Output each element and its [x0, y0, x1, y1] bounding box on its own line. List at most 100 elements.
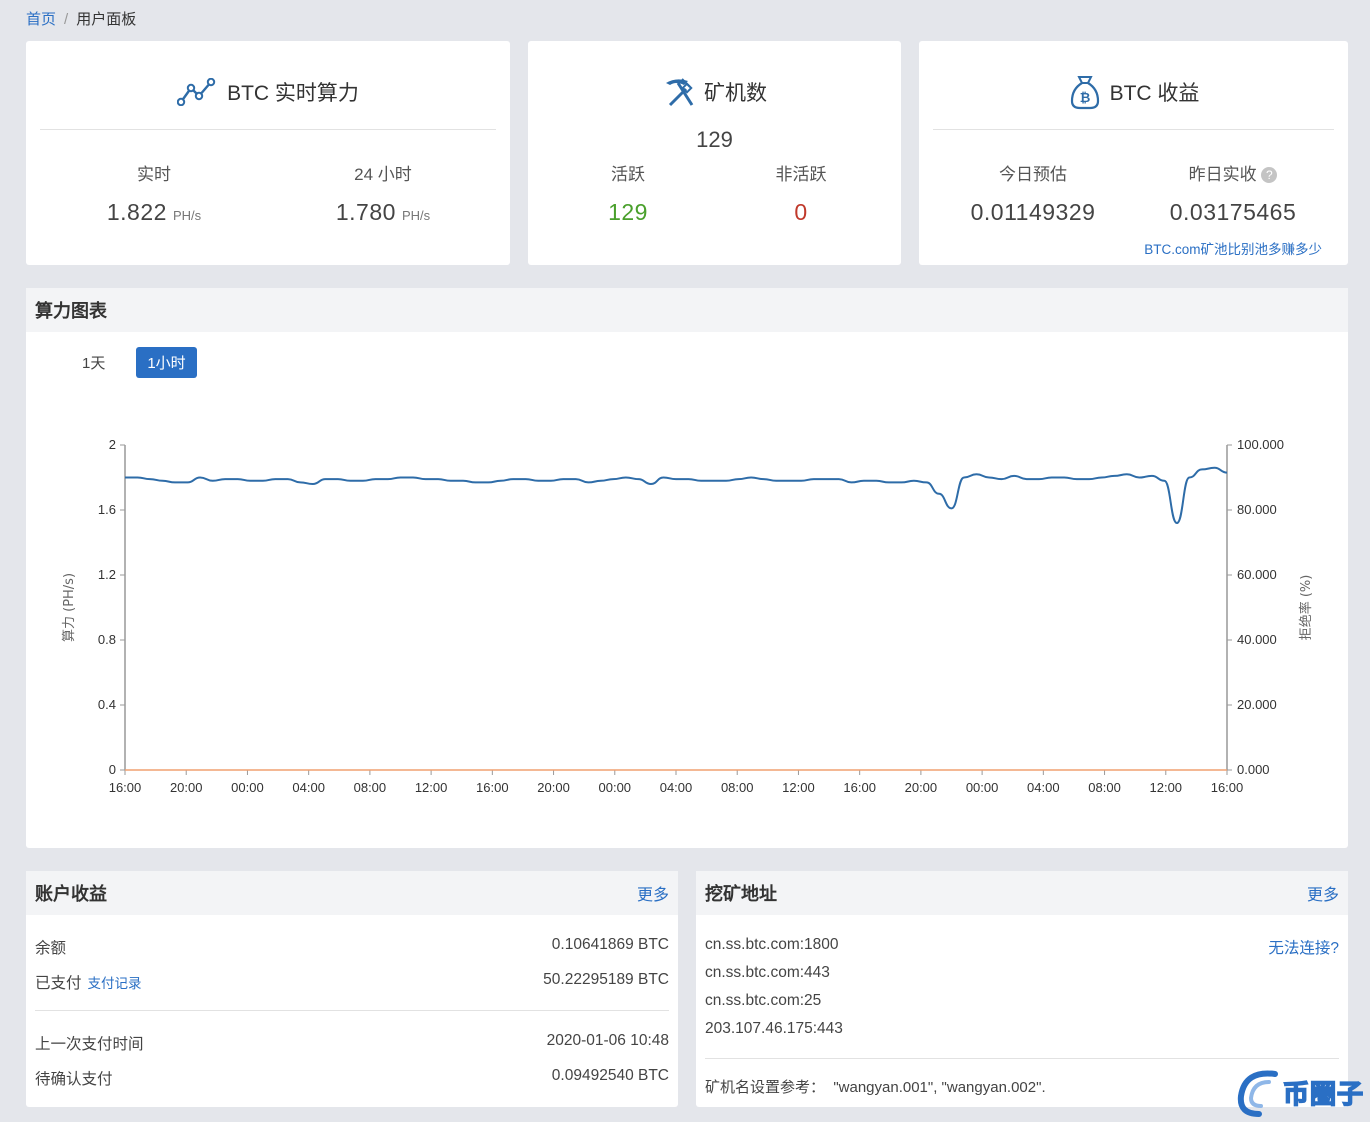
- pending-value: 0.09492540 BTC: [551, 1067, 669, 1084]
- x-tick-label: 00:00: [231, 780, 264, 795]
- x-tick-label: 08:00: [1088, 780, 1121, 795]
- inactive-miners-stat: 非活跃 0: [701, 160, 901, 226]
- y-tick-label-right: 60.000: [1237, 567, 1277, 582]
- hashrate-series-line: [125, 466, 1228, 525]
- watermark-text: 币圈子: [1282, 1078, 1364, 1110]
- today-label: 今日预估: [999, 165, 1067, 184]
- miners-card: 矿机数 129 活跃 129 非活跃 0: [528, 41, 901, 265]
- hashrate-card-title: BTC 实时算力: [26, 62, 510, 122]
- compare-pool-link[interactable]: BTC.com矿池比别池多赚多少: [1144, 238, 1322, 258]
- balance-label: 余额: [35, 940, 67, 957]
- day-hashrate-stat: 24 小时 1.780 PH/s: [283, 160, 483, 226]
- y-tick-label-right: 40.000: [1237, 632, 1277, 647]
- worker-name-hint: 矿机名设置参考： "wangyan.001", "wangyan.002".: [705, 1079, 1046, 1096]
- tab-1day[interactable]: 1天: [71, 347, 116, 378]
- account-panel-title: 账户收益: [35, 884, 107, 904]
- active-label: 活跃: [611, 165, 645, 184]
- account-earnings-panel: 账户收益 更多 余额 0.10641869 BTC 已支付 支付记录 50.222…: [26, 871, 678, 1107]
- last-payment-row: 上一次支付时间 2020-01-06 10:48: [35, 1032, 669, 1054]
- inactive-label: 非活跃: [775, 165, 827, 184]
- today-estimate-stat: 今日预估 0.01149329: [933, 160, 1133, 226]
- breadcrumb-separator: /: [64, 11, 69, 28]
- pending-label: 待确认支付: [35, 1071, 113, 1088]
- y-axis-title-left: 算力 (PH/s): [62, 573, 77, 642]
- mining-panel-header: 挖矿地址 更多: [696, 871, 1348, 915]
- hashrate-chart-panel: 算力图表 1天 1小时 0 0.4 0.8 1.2 1.6 2 0.000 20.000 40.…: [26, 288, 1348, 848]
- x-tick-label: 08:00: [354, 780, 387, 795]
- y-tick-label-right: 80.000: [1237, 502, 1277, 517]
- x-tick-label: 04:00: [1027, 780, 1060, 795]
- x-tick-label: 16:00: [109, 780, 142, 795]
- realtime-label: 实时: [137, 165, 171, 184]
- last-payment-label: 上一次支付时间: [35, 1036, 144, 1053]
- paid-row: 已支付 支付记录 50.22295189 BTC: [35, 971, 669, 993]
- y-tick-label-left: 0: [109, 762, 116, 777]
- y-tick-label-right: 20.000: [1237, 697, 1277, 712]
- hashrate-card: BTC 实时算力 实时 1.822 PH/s 24 小时 1.780 PH/s: [26, 41, 510, 265]
- yesterday-label: 昨日实收: [1188, 165, 1257, 184]
- x-tick-label: 16:00: [843, 780, 876, 795]
- x-tick-label: 16:00: [1211, 780, 1244, 795]
- pending-row: 待确认支付 0.09492540 BTC: [35, 1067, 669, 1089]
- x-tick-label: 12:00: [415, 780, 448, 795]
- miners-title-text: 矿机数: [704, 82, 767, 105]
- breadcrumb-current: 用户面板: [76, 11, 137, 28]
- svg-text:₿: ₿: [1079, 91, 1090, 106]
- y-tick-label-left: 1.2: [98, 567, 116, 582]
- y-tick-label-left: 1.6: [98, 502, 116, 517]
- info-icon[interactable]: ?: [1261, 167, 1278, 183]
- mining-more-link[interactable]: 更多: [1307, 881, 1339, 905]
- tab-1hour[interactable]: 1小时: [136, 347, 197, 378]
- today-value: 0.01149329: [970, 199, 1096, 225]
- watermark-logo: 币圈子: [1235, 1066, 1364, 1118]
- account-more-link[interactable]: 更多: [637, 881, 669, 905]
- miners-total: 129: [696, 127, 733, 152]
- hashrate-title-text: BTC 实时算力: [227, 82, 359, 105]
- watermark-swirl-icon: [1237, 1070, 1278, 1117]
- realtime-hashrate-stat: 实时 1.822 PH/s: [54, 160, 254, 226]
- line-chart-icon: [177, 78, 216, 106]
- chart-panel-title: 算力图表: [35, 301, 107, 321]
- payment-history-link[interactable]: 支付记录: [88, 976, 142, 991]
- miners-card-title: 矿机数: [528, 62, 901, 122]
- yesterday-actual-stat: 昨日实收 ? 0.03175465: [1133, 160, 1333, 226]
- earnings-card-title: ₿ BTC 收益: [919, 62, 1348, 122]
- bitcoin-bag-icon: ₿: [1070, 76, 1099, 110]
- y-tick-label-right: 0.000: [1237, 762, 1270, 777]
- mining-address-item: 203.107.46.175:443: [705, 1020, 843, 1037]
- cannot-connect-link[interactable]: 无法连接?: [1268, 936, 1339, 958]
- paid-label: 已支付: [35, 975, 82, 992]
- day-unit: PH/s: [401, 208, 431, 223]
- hashrate-line-chart: 00.40.81.21.620.00020.00040.00060.00080.…: [62, 437, 1314, 795]
- mining-address-item: cn.ss.btc.com:25: [705, 992, 822, 1009]
- x-tick-label: 20:00: [905, 780, 938, 795]
- earnings-card: ₿ BTC 收益 今日预估 0.01149329 昨日实收 ? 0.031754…: [919, 41, 1348, 265]
- x-tick-label: 00:00: [599, 780, 632, 795]
- balance-row: 余额 0.10641869 BTC: [35, 936, 669, 958]
- breadcrumb-home-link[interactable]: 首页: [26, 11, 56, 28]
- active-miners-stat: 活跃 129: [528, 160, 728, 226]
- mining-address-item: cn.ss.btc.com:1800: [705, 936, 839, 953]
- x-tick-label: 00:00: [966, 780, 999, 795]
- yesterday-value: 0.03175465: [1169, 199, 1297, 225]
- x-tick-label: 16:00: [476, 780, 509, 795]
- day-value: 1.780: [335, 199, 396, 225]
- x-tick-label: 04:00: [292, 780, 325, 795]
- x-tick-label: 12:00: [782, 780, 815, 795]
- y-tick-label-right: 100.000: [1237, 437, 1284, 452]
- chart-range-tabs: 1天 1小时: [71, 347, 217, 378]
- x-tick-label: 04:00: [660, 780, 693, 795]
- day-label: 24 小时: [354, 165, 412, 184]
- active-value: 129: [608, 199, 648, 225]
- y-axis-title-right: 拒绝率 (%): [1298, 575, 1314, 641]
- paid-value: 50.22295189 BTC: [543, 971, 669, 988]
- pickaxe-icon: [666, 78, 694, 107]
- inactive-value: 0: [794, 199, 808, 225]
- mining-panel-title: 挖矿地址: [705, 884, 777, 904]
- chart-panel-header: 算力图表: [26, 288, 1348, 332]
- account-divider: [35, 1010, 669, 1011]
- y-tick-label-left: 2: [109, 437, 116, 452]
- realtime-value: 1.822: [106, 199, 167, 225]
- x-tick-label: 08:00: [721, 780, 754, 795]
- mining-address-item: cn.ss.btc.com:443: [705, 964, 830, 981]
